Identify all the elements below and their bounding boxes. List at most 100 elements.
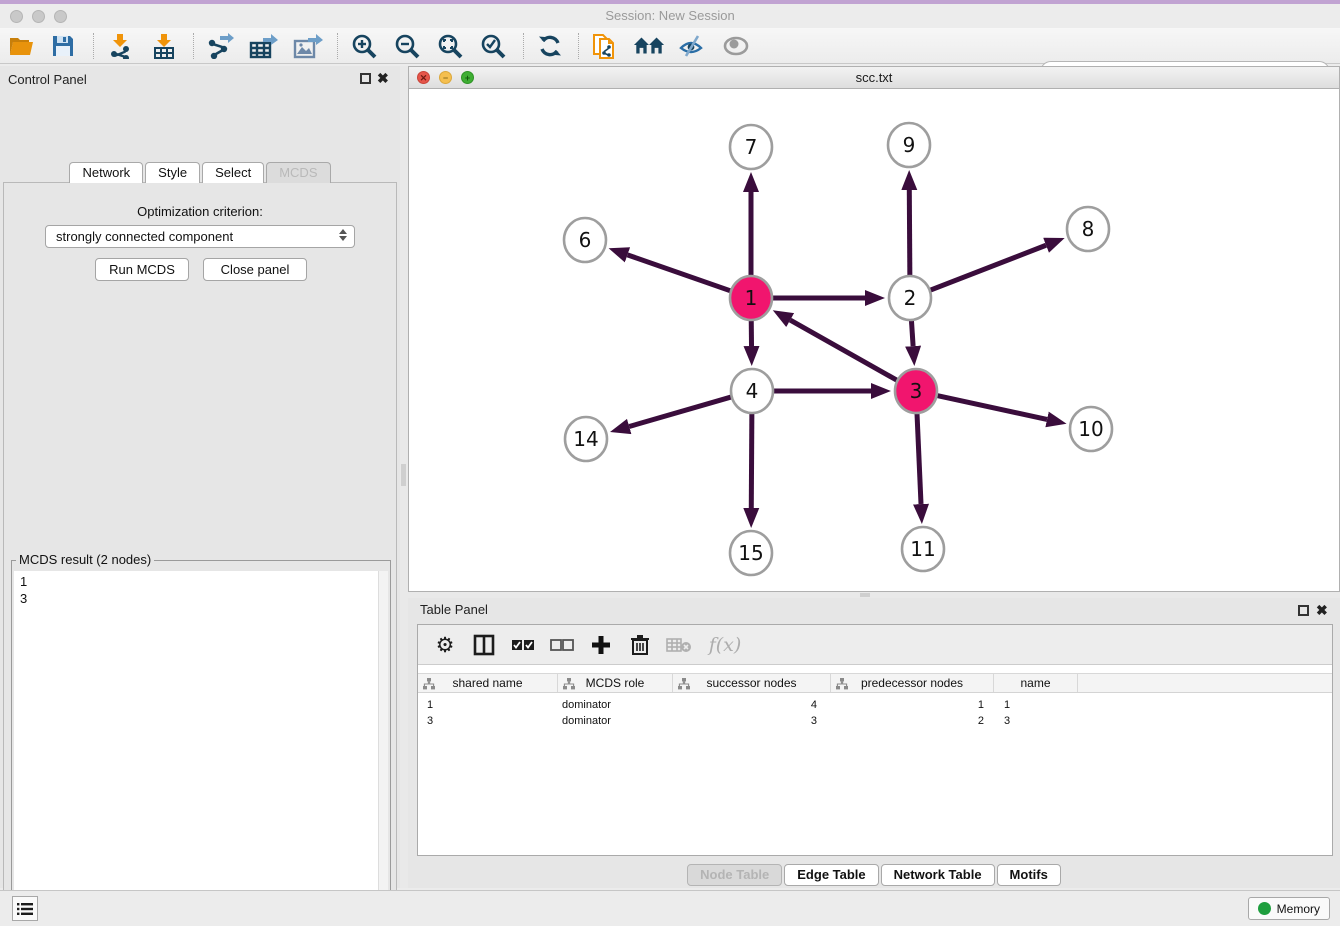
cell-name[interactable]: 1 xyxy=(994,697,1078,713)
column-header-predecessor-nodes[interactable]: predecessor nodes xyxy=(831,674,994,692)
show-eye-icon[interactable] xyxy=(720,32,752,60)
memory-button[interactable]: Memory xyxy=(1248,897,1330,920)
control-panel: Control Panel ✖ Network Style Select MCD… xyxy=(0,66,400,888)
import-table-icon[interactable] xyxy=(148,32,180,60)
graph-edge-3-1[interactable] xyxy=(790,320,898,381)
graph-node-1[interactable]: 1 xyxy=(730,276,772,320)
graph-edge-2-3[interactable] xyxy=(911,319,913,346)
svg-text:2: 2 xyxy=(904,286,917,310)
zoom-fit-icon[interactable] xyxy=(434,32,466,60)
graph-edge-4-15[interactable] xyxy=(751,412,752,508)
graph-node-6[interactable]: 6 xyxy=(564,218,606,262)
svg-text:11: 11 xyxy=(910,537,935,561)
home-pair-icon[interactable] xyxy=(633,32,665,60)
table-row[interactable]: 3 dominator 3 2 3 xyxy=(418,713,1332,729)
delete-table-icon xyxy=(664,630,694,660)
graph-node-10[interactable]: 10 xyxy=(1070,407,1112,451)
table-panel-close-icon[interactable]: ✖ xyxy=(1316,602,1328,618)
memory-label: Memory xyxy=(1277,902,1320,916)
network-graph[interactable]: 7 9 6 8 1 2 4 3 14 10 15 11 xyxy=(409,89,1339,591)
svg-text:10: 10 xyxy=(1078,417,1103,441)
control-panel-tabs: Network Style Select MCDS xyxy=(0,162,400,183)
tab-select[interactable]: Select xyxy=(202,162,264,183)
select-all-icon[interactable] xyxy=(508,630,538,660)
import-network-icon[interactable] xyxy=(104,32,136,60)
graph-edge-3-10[interactable] xyxy=(937,395,1048,419)
result-scrollbar[interactable] xyxy=(378,571,388,926)
toolbar-separator xyxy=(578,33,579,59)
graph-edge-2-8[interactable] xyxy=(930,245,1046,290)
graph-node-14[interactable]: 14 xyxy=(565,417,607,461)
svg-text:4: 4 xyxy=(746,379,759,403)
graph-node-3[interactable]: 3 xyxy=(895,369,937,413)
mcds-result-textarea[interactable]: 13 xyxy=(14,571,388,926)
column-header-mcds-role[interactable]: MCDS role xyxy=(558,674,673,692)
hide-eye-icon[interactable] xyxy=(676,32,708,60)
table-row[interactable]: 1 dominator 4 1 1 xyxy=(418,697,1332,713)
open-folder-icon[interactable] xyxy=(6,32,38,60)
export-table-icon[interactable] xyxy=(248,32,280,60)
cell-name[interactable]: 3 xyxy=(994,713,1078,729)
graph-node-8[interactable]: 8 xyxy=(1067,207,1109,251)
export-network-icon[interactable] xyxy=(204,32,236,60)
zoom-out-icon[interactable] xyxy=(391,32,423,60)
cell-predecessor-nodes[interactable]: 1 xyxy=(831,697,994,713)
export-image-icon[interactable] xyxy=(292,32,324,60)
graph-edge-3-11[interactable] xyxy=(917,412,921,504)
hierarchy-icon xyxy=(423,678,435,690)
refresh-layout-icon[interactable] xyxy=(534,32,566,60)
cell-successor-nodes[interactable]: 4 xyxy=(673,697,831,713)
table-panel-tabs: Node Table Edge Table Network Table Moti… xyxy=(408,864,1340,886)
zoom-selected-icon[interactable] xyxy=(477,32,509,60)
gear-icon[interactable]: ⚙ xyxy=(430,630,460,660)
run-mcds-button[interactable]: Run MCDS xyxy=(95,258,189,281)
control-panel-close-icon[interactable]: ✖ xyxy=(377,70,389,86)
zoom-in-icon[interactable] xyxy=(348,32,380,60)
cell-predecessor-nodes[interactable]: 2 xyxy=(831,713,994,729)
graph-node-2[interactable]: 2 xyxy=(889,276,931,320)
duplicate-network-icon[interactable] xyxy=(589,32,621,60)
tab-motifs[interactable]: Motifs xyxy=(997,864,1061,886)
tab-network-table[interactable]: Network Table xyxy=(881,864,995,886)
vertical-splitter[interactable] xyxy=(400,66,408,888)
optimization-criterion-value: strongly connected component xyxy=(56,229,233,244)
network-window-titlebar[interactable]: ✕ − + scc.txt xyxy=(409,67,1339,89)
split-columns-icon[interactable] xyxy=(469,630,499,660)
save-icon[interactable] xyxy=(47,32,79,60)
graph-node-4[interactable]: 4 xyxy=(731,369,773,413)
cell-shared-name[interactable]: 3 xyxy=(418,713,558,729)
close-panel-button[interactable]: Close panel xyxy=(203,258,307,281)
cell-shared-name[interactable]: 1 xyxy=(418,697,558,713)
list-icon xyxy=(17,902,33,916)
graph-edge-1-6[interactable] xyxy=(627,255,731,291)
graph-node-11[interactable]: 11 xyxy=(902,527,944,571)
graph-edge-2-9[interactable] xyxy=(909,190,910,277)
graph-node-15[interactable]: 15 xyxy=(730,531,772,575)
graph-node-9[interactable]: 9 xyxy=(888,123,930,167)
mcds-pane: Optimization criterion: strongly connect… xyxy=(3,182,397,926)
column-header-name[interactable]: name xyxy=(994,674,1078,692)
tab-mcds[interactable]: MCDS xyxy=(266,162,330,183)
table-toolbar: ⚙ f(x) xyxy=(418,625,1332,665)
tab-network[interactable]: Network xyxy=(69,162,143,183)
task-history-button[interactable] xyxy=(12,896,38,921)
tab-node-table[interactable]: Node Table xyxy=(687,864,782,886)
mcds-result-group: MCDS result (2 nodes) 13 xyxy=(11,560,391,926)
graph-node-7[interactable]: 7 xyxy=(730,125,772,169)
column-header-successor-nodes[interactable]: successor nodes xyxy=(673,674,831,692)
column-header-filler xyxy=(1078,674,1332,692)
add-column-icon[interactable] xyxy=(586,630,616,660)
column-header-shared-name[interactable]: shared name xyxy=(418,674,558,692)
graph-edge-4-14[interactable] xyxy=(629,397,732,427)
deselect-all-icon[interactable] xyxy=(547,630,577,660)
cell-mcds-role[interactable]: dominator xyxy=(558,697,673,713)
tab-style[interactable]: Style xyxy=(145,162,200,183)
delete-column-icon[interactable] xyxy=(625,630,655,660)
tab-edge-table[interactable]: Edge Table xyxy=(784,864,878,886)
table-panel-float-icon[interactable] xyxy=(1298,605,1309,616)
cell-successor-nodes[interactable]: 3 xyxy=(673,713,831,729)
svg-text:3: 3 xyxy=(910,379,923,403)
control-panel-float-icon[interactable] xyxy=(360,73,371,84)
optimization-criterion-select[interactable]: strongly connected component xyxy=(45,225,355,248)
cell-mcds-role[interactable]: dominator xyxy=(558,713,673,729)
